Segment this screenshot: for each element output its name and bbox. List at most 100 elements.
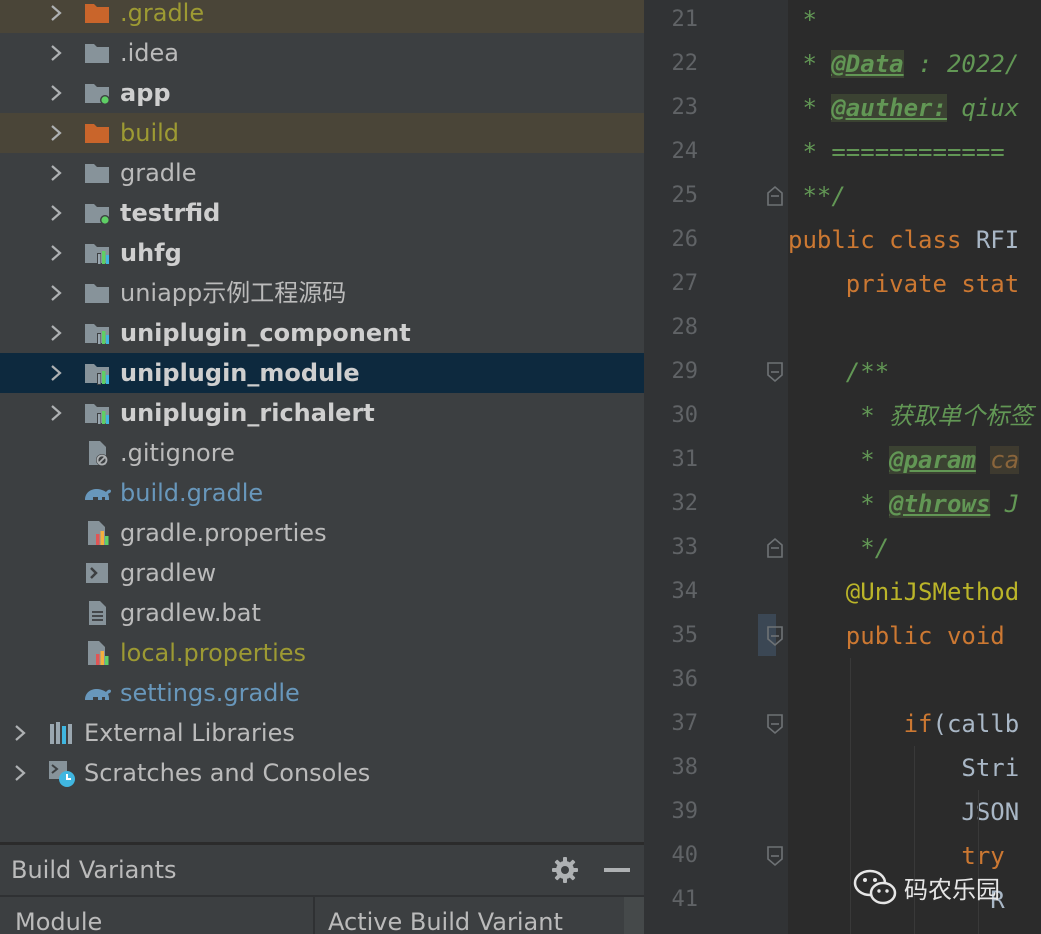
tree-item[interactable]: uniplugin_component: [0, 313, 644, 353]
line-number: 35: [671, 623, 699, 648]
tree-item-label: uniplugin_module: [120, 359, 360, 387]
line-number: 30: [671, 403, 699, 428]
tree-item-label: testrfid: [120, 199, 221, 227]
chevron-right-icon[interactable]: [10, 753, 30, 793]
module-folder-icon: [82, 73, 112, 113]
tree-item[interactable]: settings.gradle: [0, 673, 644, 713]
code-line[interactable]: * 获取单个标签: [788, 394, 1033, 438]
fold-collapse-icon[interactable]: [766, 713, 784, 735]
code-line[interactable]: public class RFI: [788, 218, 1019, 262]
tree-item[interactable]: .gitignore: [0, 433, 644, 473]
tree-item[interactable]: uhfg: [0, 233, 644, 273]
tree-item[interactable]: uniplugin_richalert: [0, 393, 644, 433]
library-module-icon: [82, 393, 112, 433]
tree-item[interactable]: uniapp示例工程源码: [0, 273, 644, 313]
chevron-right-icon[interactable]: [46, 33, 66, 73]
tree-item-label: build: [120, 119, 180, 147]
fold-end-icon[interactable]: [766, 185, 784, 207]
tree-item[interactable]: app: [0, 73, 644, 113]
code-line[interactable]: * ============: [788, 130, 1004, 174]
tree-item[interactable]: testrfid: [0, 193, 644, 233]
properties-file-icon: [82, 633, 112, 673]
code-line[interactable]: */: [788, 526, 889, 570]
chevron-right-icon[interactable]: [46, 193, 66, 233]
gradle-elephant-icon: [82, 673, 112, 713]
line-number: 33: [671, 535, 699, 560]
folder-icon: [82, 153, 112, 193]
fold-collapse-icon[interactable]: [766, 361, 784, 383]
code-line[interactable]: /**: [788, 350, 889, 394]
module-folder-icon: [82, 193, 112, 233]
code-line[interactable]: Stri: [788, 746, 1019, 790]
chevron-right-icon[interactable]: [10, 713, 30, 753]
tree-item-label: build.gradle: [120, 479, 264, 507]
column-header-module[interactable]: Module: [15, 897, 310, 934]
indent-guide: [978, 790, 979, 934]
tree-item-label: .gitignore: [120, 439, 235, 467]
line-number: 39: [671, 799, 699, 824]
tree-item[interactable]: uniplugin_module: [0, 353, 644, 393]
tree-item-label: uhfg: [120, 239, 182, 267]
chevron-right-icon[interactable]: [46, 73, 66, 113]
ignore-file-icon: [82, 433, 112, 473]
tree-item[interactable]: build: [0, 113, 644, 153]
tree-item-label: External Libraries: [84, 719, 295, 747]
line-number: 37: [671, 711, 699, 736]
code-editor[interactable]: 21 * 22 * @Data : 2022/23 * @auther: qiux…: [644, 0, 1041, 934]
fold-end-icon[interactable]: [766, 537, 784, 559]
code-line[interactable]: if(callb: [788, 702, 1020, 746]
project-tool-window: .gradle .idea app build gradle testrfid uhfg un…: [0, 0, 644, 842]
indent-guide: [850, 658, 851, 934]
line-number: 23: [671, 95, 699, 120]
code-line[interactable]: *: [788, 0, 816, 42]
table-scrollbar[interactable]: [624, 897, 644, 934]
chevron-right-icon[interactable]: [46, 233, 66, 273]
tree-item[interactable]: External Libraries: [0, 713, 644, 753]
build-variants-table: Module Active Build Variant: [0, 895, 644, 934]
tree-item[interactable]: local.properties: [0, 633, 644, 673]
code-line[interactable]: private stat: [788, 262, 1019, 306]
chevron-right-icon[interactable]: [46, 113, 66, 153]
code-line[interactable]: * @auther: qiux: [788, 86, 1019, 130]
chevron-right-icon[interactable]: [46, 353, 66, 393]
tree-item[interactable]: gradlew.bat: [0, 593, 644, 633]
tree-item-label: uniapp示例工程源码: [120, 279, 347, 307]
chevron-right-icon[interactable]: [46, 313, 66, 353]
code-line[interactable]: public void: [788, 614, 1019, 658]
tree-item-label: uniplugin_richalert: [120, 399, 375, 427]
code-line[interactable]: * @param ca: [788, 438, 1020, 482]
code-line[interactable]: @UniJSMethod: [788, 570, 1019, 614]
tree-item[interactable]: gradle.properties: [0, 513, 644, 553]
scratches-icon: [46, 753, 76, 793]
tree-item-label: local.properties: [120, 639, 307, 667]
tree-item-label: .gradle: [120, 0, 205, 27]
fold-collapse-icon[interactable]: [766, 625, 784, 647]
tree-item-label: Scratches and Consoles: [84, 759, 371, 787]
tree-item[interactable]: gradlew: [0, 553, 644, 593]
tree-item[interactable]: gradle: [0, 153, 644, 193]
build-variants-header: Build Variants: [0, 845, 644, 895]
code-line[interactable]: JSON: [788, 790, 1019, 834]
tree-item[interactable]: .gradle: [0, 0, 644, 33]
library-module-icon: [82, 353, 112, 393]
chevron-right-icon[interactable]: [46, 0, 66, 33]
tree-item[interactable]: Scratches and Consoles: [0, 753, 644, 793]
minimize-icon[interactable]: [604, 868, 630, 872]
folder-icon: [82, 273, 112, 313]
column-separator[interactable]: [313, 897, 315, 934]
tree-item[interactable]: .idea: [0, 33, 644, 73]
code-line[interactable]: **/: [788, 174, 845, 218]
code-line[interactable]: * @Data : 2022/: [788, 42, 1019, 86]
line-number: 32: [671, 491, 699, 516]
gear-icon[interactable]: [550, 855, 580, 885]
column-header-active-build-variant[interactable]: Active Build Variant: [328, 897, 622, 934]
shell-script-icon: [82, 553, 112, 593]
chevron-right-icon[interactable]: [46, 393, 66, 433]
chevron-right-icon[interactable]: [46, 153, 66, 193]
line-number: 22: [671, 51, 699, 76]
code-line[interactable]: * @throws J: [788, 482, 1019, 526]
tree-item[interactable]: build.gradle: [0, 473, 644, 513]
chevron-right-icon[interactable]: [46, 273, 66, 313]
fold-collapse-icon[interactable]: [766, 845, 784, 867]
tree-item-label: uniplugin_component: [120, 319, 411, 347]
